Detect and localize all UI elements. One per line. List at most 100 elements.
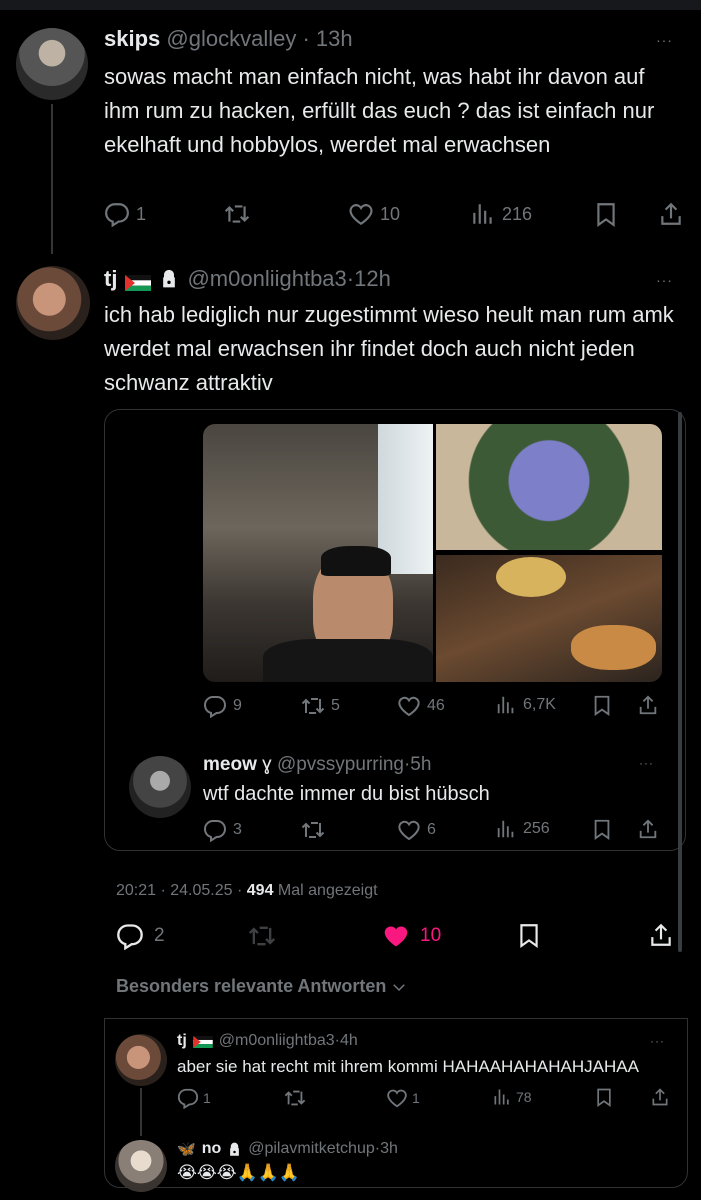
reply-count: 3	[233, 821, 242, 838]
scrollbar[interactable]	[678, 412, 682, 952]
lock-icon	[159, 269, 179, 289]
like-button[interactable]: 6	[397, 818, 436, 842]
media-photo-flowers[interactable]	[436, 424, 662, 550]
views-button[interactable]: 256	[495, 818, 550, 840]
bookmark-button[interactable]	[594, 1087, 614, 1107]
bookmark-icon	[516, 922, 542, 948]
retweet-button[interactable]	[284, 1087, 306, 1109]
retweet-button[interactable]: 5	[301, 694, 340, 718]
reply-icon	[177, 1087, 199, 1109]
palestine-flag-icon	[193, 1035, 213, 1048]
timestamp[interactable]: 4h	[340, 1032, 358, 1050]
reply-button[interactable]: 2	[116, 922, 165, 950]
display-name[interactable]: tj	[104, 266, 117, 292]
like-icon	[382, 922, 410, 950]
reply-button[interactable]: 3	[203, 818, 242, 842]
views-button[interactable]: 78	[492, 1087, 532, 1107]
display-name[interactable]: no	[202, 1140, 222, 1158]
views-button[interactable]: 216	[470, 201, 532, 227]
quoted-tweet-card[interactable]: 9 5 46 6,7K meow ɣ @pvssypurring·5h ··· …	[104, 409, 686, 851]
timestamp[interactable]: 12h	[354, 266, 391, 292]
reply-count: 9	[233, 697, 242, 714]
reply-button[interactable]: 1	[104, 201, 146, 227]
share-button[interactable]	[648, 922, 674, 948]
reply-text: aber sie hat recht mit ihrem kommi HAHAA…	[177, 1057, 639, 1076]
more-icon[interactable]: ···	[650, 1034, 665, 1048]
like-button[interactable]: 10	[382, 922, 441, 950]
retweet-button[interactable]	[224, 201, 250, 227]
display-name[interactable]: meow	[203, 754, 257, 775]
like-count: 46	[427, 697, 445, 714]
views-count: 256	[523, 820, 550, 837]
more-icon[interactable]: ···	[656, 32, 673, 48]
bookmark-icon	[591, 818, 613, 840]
avatar[interactable]	[115, 1034, 167, 1086]
reply-icon	[104, 201, 130, 227]
reply-count: 1	[136, 203, 147, 224]
view-count: 494	[246, 882, 274, 899]
handle[interactable]: @m0onliightba3	[187, 266, 346, 292]
reply-text: 😭😭😭🙏🙏🙏	[177, 1163, 301, 1182]
thread-line	[140, 1088, 142, 1136]
reply-icon	[116, 922, 144, 950]
reply-button[interactable]: 9	[203, 694, 242, 718]
like-button[interactable]: 46	[397, 694, 445, 718]
bookmark-button[interactable]	[593, 201, 619, 227]
handle[interactable]: @m0onliightba3	[219, 1032, 335, 1050]
tweet-text: sowas macht man einfach nicht, was habt …	[104, 64, 655, 157]
name-symbol: ɣ	[262, 754, 272, 775]
retweet-icon	[248, 922, 276, 950]
more-icon[interactable]: ···	[656, 272, 673, 288]
share-icon	[637, 818, 659, 840]
share-button[interactable]	[637, 694, 659, 716]
display-name[interactable]: skips	[104, 26, 160, 51]
media-photo-train[interactable]	[203, 424, 433, 682]
timestamp[interactable]: 13h	[316, 26, 353, 51]
timestamp[interactable]: 5h	[410, 754, 431, 775]
handle[interactable]: @pvssypurring	[277, 754, 404, 775]
retweet-button[interactable]	[248, 922, 276, 950]
share-button[interactable]	[650, 1087, 670, 1107]
bookmark-button[interactable]	[591, 818, 613, 840]
like-icon	[397, 818, 421, 842]
timestamp[interactable]: 3h	[380, 1140, 398, 1158]
chevron-down-icon	[393, 983, 406, 991]
views-count: 78	[516, 1089, 532, 1105]
avatar[interactable]	[16, 28, 88, 100]
avatar[interactable]	[115, 1140, 167, 1192]
tweet-header: tj @m0onliightba3 · 12h	[104, 266, 391, 292]
like-icon	[386, 1087, 408, 1109]
share-icon	[648, 922, 674, 948]
reply-header: tj @m0onliightba3 · 4h	[177, 1032, 358, 1050]
like-button[interactable]: 10	[348, 201, 400, 227]
more-icon[interactable]: ···	[639, 756, 654, 770]
views-icon	[470, 201, 496, 227]
share-button[interactable]	[658, 201, 684, 227]
media-photo-food[interactable]	[436, 555, 662, 682]
avatar[interactable]	[129, 756, 191, 818]
reply-button[interactable]: 1	[177, 1087, 211, 1109]
views-button[interactable]: 6,7K	[495, 694, 556, 716]
like-count: 6	[427, 821, 436, 838]
view-label: Mal angezeigt	[277, 882, 378, 899]
reply-icon	[203, 818, 227, 842]
bookmark-button[interactable]	[516, 922, 542, 948]
like-count: 10	[380, 203, 401, 224]
handle[interactable]: @glockvalley	[166, 26, 296, 51]
bookmark-button[interactable]	[591, 694, 613, 716]
reply-sort-dropdown[interactable]: Besonders relevante Antworten	[116, 976, 408, 997]
retweet-button[interactable]	[301, 818, 325, 842]
retweet-icon	[301, 818, 325, 842]
handle[interactable]: @pilavmitketchup	[248, 1140, 375, 1158]
like-icon	[348, 201, 374, 227]
like-button[interactable]: 1	[386, 1087, 420, 1109]
display-name[interactable]: tj	[177, 1032, 187, 1050]
like-count: 10	[420, 925, 442, 946]
avatar[interactable]	[16, 266, 90, 340]
reply-icon	[203, 694, 227, 718]
share-button[interactable]	[637, 818, 659, 840]
reply-sort-label: Besonders relevante Antworten	[116, 976, 387, 996]
post-date[interactable]: 20:21 · 24.05.25 ·	[116, 882, 242, 899]
views-count: 216	[502, 203, 533, 224]
reply-header: 🦋 no @pilavmitketchup · 3h	[177, 1140, 398, 1158]
